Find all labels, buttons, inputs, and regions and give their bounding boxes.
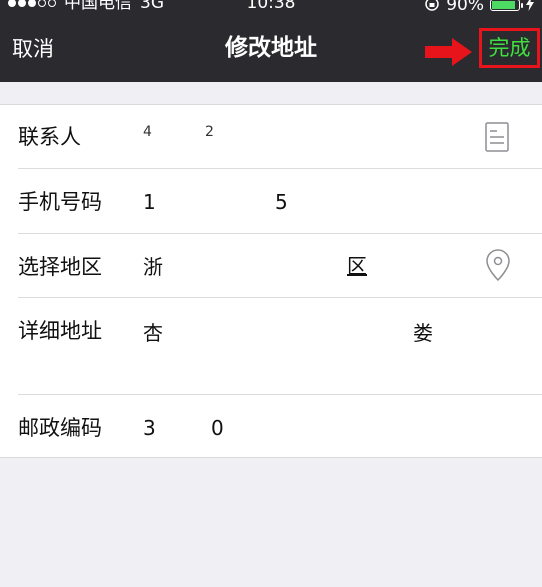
- status-bar: 中国电信 3G 10:38 90%: [0, 0, 542, 20]
- location-pin-icon[interactable]: [486, 249, 510, 281]
- address-form: 联系人 4 2 手机号码 1 5 选择地区 浙 区 详细地址 杏 娄 邮政编码 …: [0, 104, 542, 458]
- annotation-arrow-icon: [425, 38, 472, 66]
- contact-value-part1: 4: [143, 124, 152, 140]
- region-label: 选择地区: [18, 255, 102, 279]
- region-row[interactable]: 选择地区 浙 区: [0, 234, 542, 298]
- phone-row[interactable]: 手机号码 1 5: [0, 169, 542, 234]
- rotation-lock-icon: [424, 0, 440, 14]
- region-value-part2: 区: [347, 254, 367, 278]
- postcode-row[interactable]: 邮政编码 3 0: [0, 395, 542, 458]
- status-right: 90%: [424, 0, 534, 14]
- done-button[interactable]: 完成: [479, 28, 540, 68]
- postcode-value-part1: 3: [143, 416, 156, 440]
- address-row[interactable]: 详细地址 杏 娄: [0, 298, 542, 395]
- region-value-part1: 浙: [143, 255, 163, 279]
- phone-label: 手机号码: [18, 190, 102, 214]
- postcode-label: 邮政编码: [18, 416, 102, 440]
- battery-icon: [490, 0, 523, 11]
- contact-value-part2: 2: [205, 124, 214, 140]
- address-value-part2: 娄: [413, 321, 433, 345]
- phone-value-part2: 5: [275, 190, 288, 214]
- navigation-bar: 取消 修改地址 完成: [0, 20, 542, 82]
- contact-book-icon[interactable]: [484, 122, 510, 152]
- phone-value-part1: 1: [143, 190, 156, 214]
- contact-row[interactable]: 联系人 4 2: [0, 105, 542, 169]
- contact-label: 联系人: [18, 125, 81, 149]
- battery-percent: 90%: [446, 0, 484, 15]
- charging-icon: [526, 0, 534, 13]
- postcode-value-part2: 0: [211, 416, 224, 440]
- address-label: 详细地址: [18, 319, 102, 343]
- address-value-part1: 杏: [143, 321, 163, 345]
